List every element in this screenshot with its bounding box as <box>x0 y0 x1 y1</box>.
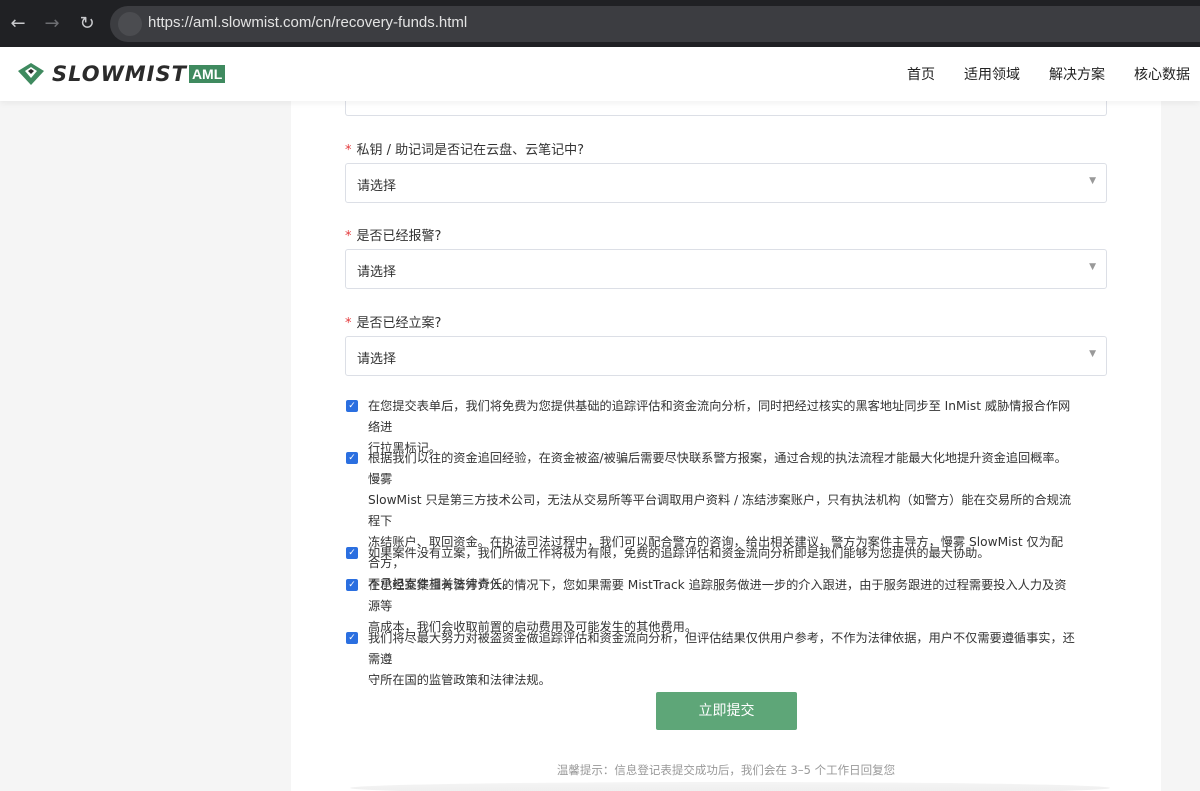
submission-tip: 温馨提示：信息登记表提交成功后，我们会在 3–5 个工作日回复您 <box>556 763 896 777</box>
nav-solutions[interactable]: 解决方案 <box>1049 64 1105 84</box>
logo-badge: AML <box>188 65 226 83</box>
required-mark: * <box>345 143 352 158</box>
nav-core-data[interactable]: 核心数据 <box>1134 64 1190 84</box>
dropdown-caret-icon: ▼ <box>1089 176 1096 186</box>
select-police-report[interactable]: 请选择 ▼ <box>345 249 1107 289</box>
forward-icon[interactable]: → <box>40 12 64 36</box>
question-label-cloud-storage: * 私钥 / 助记词是否记在云盘、云笔记中? <box>345 143 585 158</box>
nav-home[interactable]: 首页 <box>907 64 935 84</box>
reload-icon[interactable]: ↻ <box>75 12 99 36</box>
required-mark: * <box>345 316 352 331</box>
select-cloud-storage[interactable]: 请选择 ▼ <box>345 163 1107 203</box>
checkbox-checked-icon[interactable]: ✓ <box>346 452 358 464</box>
agreement-item: ✓ 我们将尽最大努力对被盗资金做追踪评估和资金流向分析，但评估结果仅供用户参考，… <box>345 628 1075 691</box>
select-case-filed[interactable]: 请选择 ▼ <box>345 336 1107 376</box>
browser-toolbar: ← → ↻ https://aml.slowmist.com/cn/recove… <box>0 0 1200 47</box>
checkbox-checked-icon[interactable]: ✓ <box>346 547 358 559</box>
agreement-item: ✓ 根据我们以往的资金追回经验，在资金被盗/被骗后需要尽快联系警方报案，通过合规… <box>345 448 1075 595</box>
question-label-case-filed: * 是否已经立案? <box>345 316 442 331</box>
site-header: SLOWMIST AML 首页 适用领域 解决方案 核心数据 <box>0 47 1200 101</box>
slowmist-logo-icon <box>18 63 44 85</box>
checkbox-checked-icon[interactable]: ✓ <box>346 579 358 591</box>
checkbox-checked-icon[interactable]: ✓ <box>346 400 358 412</box>
nav-applications[interactable]: 适用领域 <box>964 64 1020 84</box>
card-shadow <box>350 782 1110 791</box>
site-settings-icon[interactable] <box>118 12 142 36</box>
question-label-police-report: * 是否已经报警? <box>345 229 442 244</box>
submit-button[interactable]: 立即提交 <box>656 692 797 730</box>
address-bar[interactable]: https://aml.slowmist.com/cn/recovery-fun… <box>110 6 1200 42</box>
back-icon[interactable]: ← <box>6 12 30 36</box>
logo-text: SLOWMIST <box>52 62 187 86</box>
dropdown-caret-icon: ▼ <box>1089 262 1096 272</box>
dropdown-caret-icon: ▼ <box>1089 349 1096 359</box>
required-mark: * <box>345 229 352 244</box>
url-text: https://aml.slowmist.com/cn/recovery-fun… <box>148 14 468 31</box>
agreement-item: ✓ 如果案件没有立案，我们所做工作将极为有限，免费的追踪评估和资金流向分析即是我… <box>345 543 1075 564</box>
top-navigation: 首页 适用领域 解决方案 核心数据 <box>878 47 1190 101</box>
checkbox-checked-icon[interactable]: ✓ <box>346 632 358 644</box>
slowmist-logo[interactable]: SLOWMIST AML <box>16 59 226 89</box>
